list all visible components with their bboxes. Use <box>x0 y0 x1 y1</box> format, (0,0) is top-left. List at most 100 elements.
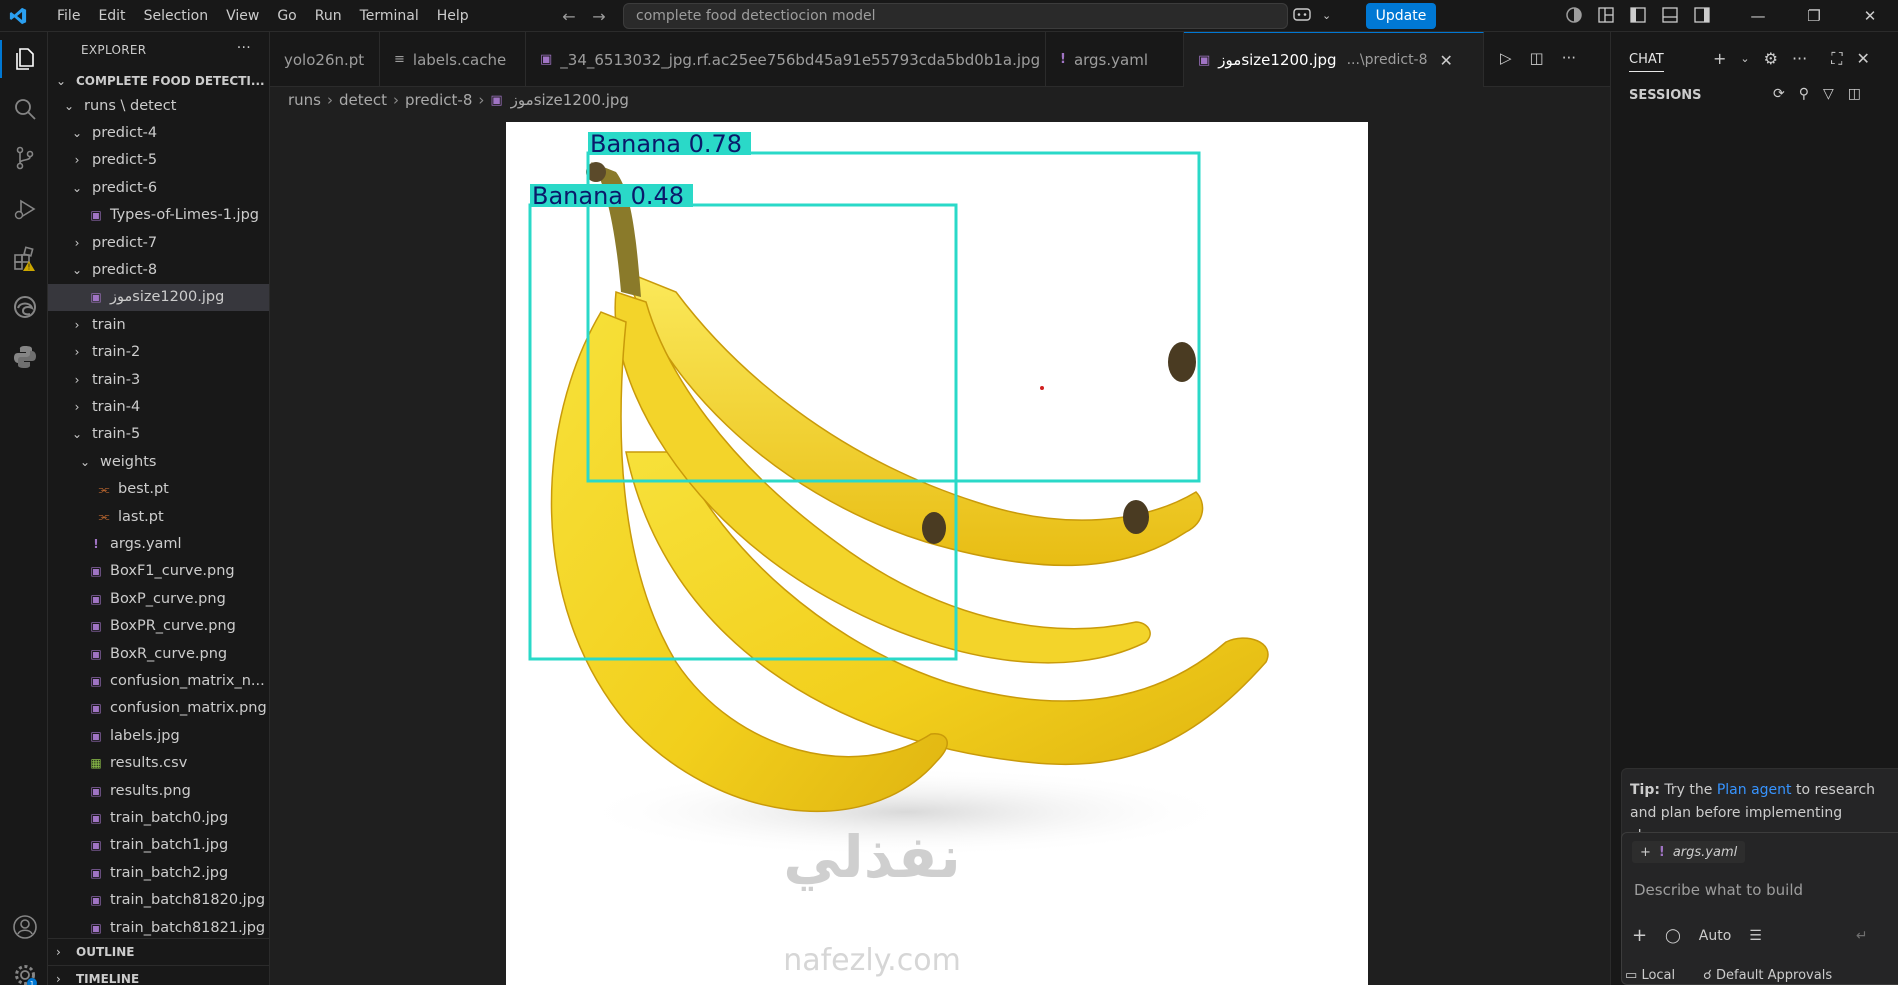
tree-file[interactable]: ▣ results.png <box>48 777 269 804</box>
tree-folder[interactable]: › train-3 <box>48 366 269 393</box>
tab-labels-cache[interactable]: ≡ labels.cache <box>380 32 526 87</box>
menu-file[interactable]: File <box>48 0 89 32</box>
account-icon[interactable] <box>12 914 38 940</box>
tree-folder[interactable]: › train-2 <box>48 339 269 366</box>
menu-selection[interactable]: Selection <box>135 0 218 32</box>
maximize-icon[interactable]: ❐ <box>1786 0 1842 32</box>
tree-file[interactable]: ▣ train_batch2.jpg <box>48 859 269 886</box>
python-icon[interactable] <box>12 344 38 370</box>
tree-file[interactable]: ▣ BoxF1_curve.png <box>48 558 269 585</box>
image-canvas[interactable]: Banana 0.78 Banana 0.48 نفذلي nafezly.co… <box>506 122 1368 985</box>
project-folder-header[interactable]: ⌄ COMPLETE FOOD DETECTI... <box>48 70 269 92</box>
tree-file[interactable]: ▦ results.csv <box>48 750 269 777</box>
back-arrow-icon[interactable]: ← <box>560 6 578 26</box>
menu-edit[interactable]: Edit <box>89 0 134 32</box>
timeline-section[interactable]: › TIMELINE <box>48 965 269 985</box>
tree-file[interactable]: ▣ labels.jpg <box>48 722 269 749</box>
chat-input-box[interactable]: + ! args.yaml Describe what to build + ◯… <box>1621 832 1898 985</box>
breadcrumb-detect[interactable]: detect <box>339 91 387 109</box>
tree-file[interactable]: ▣ train_batch0.jpg <box>48 804 269 831</box>
edge-devtools-icon[interactable] <box>12 294 38 320</box>
chevron-down-icon[interactable]: ⌄ <box>1740 49 1749 69</box>
breadcrumb-file[interactable]: موزsize1200.jpg <box>511 91 629 109</box>
run-debug-icon[interactable] <box>12 196 38 222</box>
tab-args-yaml[interactable]: ! args.yaml <box>1046 32 1184 87</box>
toggle-panel-icon[interactable] <box>1661 6 1679 24</box>
new-chat-plus-icon[interactable]: + <box>1713 49 1726 69</box>
add-attachment-plus-icon[interactable]: + <box>1632 925 1647 946</box>
tree-folder[interactable]: ⌄ weights <box>48 448 269 475</box>
tree-file[interactable]: ▣ موزsize1200.jpg <box>48 283 269 311</box>
search-icon[interactable] <box>12 96 38 122</box>
tree-file[interactable]: ▣ train_batch81821.jpg <box>48 914 269 941</box>
copilot-icon[interactable] <box>1292 6 1312 24</box>
context-chip[interactable]: + ! args.yaml <box>1632 841 1746 863</box>
tree-folder[interactable]: ⌄ predict-8 <box>48 256 269 283</box>
tree-folder[interactable]: › predict-7 <box>48 229 269 256</box>
tab-banana-image[interactable]: ▣ موزsize1200.jpg ...\predict-8 ✕ <box>1184 32 1484 87</box>
tree-folder[interactable]: ⌄ predict-6 <box>48 174 269 201</box>
toggle-secondary-sidebar-icon[interactable] <box>1693 6 1711 24</box>
add-context-plus-icon[interactable]: + <box>1640 845 1651 860</box>
explorer-files-icon[interactable] <box>12 46 38 72</box>
extensions-icon[interactable]: ! <box>12 246 38 272</box>
chat-settings-gear-icon[interactable]: ⚙ <box>1764 49 1778 69</box>
tree-file[interactable]: ▣ BoxR_curve.png <box>48 640 269 667</box>
toggle-primary-sidebar-icon[interactable] <box>1629 6 1647 24</box>
breadcrumb-predict-8[interactable]: predict-8 <box>405 91 472 109</box>
editor-more-actions-icon[interactable]: ··· <box>1562 49 1576 67</box>
filter-icon[interactable]: ▽ <box>1823 86 1834 102</box>
chat-input-placeholder[interactable]: Describe what to build <box>1634 881 1803 899</box>
tree-file[interactable]: ▣ BoxP_curve.png <box>48 585 269 612</box>
breadcrumb-runs[interactable]: runs <box>288 91 321 109</box>
tree-file[interactable]: ▣ train_batch81820.jpg <box>48 887 269 914</box>
tree-file[interactable]: ⫘ best.pt <box>48 476 269 503</box>
tree-folder[interactable]: ⌄ predict-4 <box>48 119 269 146</box>
toggle-sessions-sidebar-icon[interactable]: ◫ <box>1848 86 1861 102</box>
chat-title[interactable]: CHAT <box>1629 52 1664 72</box>
customize-layout-icon[interactable] <box>1597 6 1615 24</box>
tree-file[interactable]: ! args.yaml <box>48 530 269 557</box>
maximize-panel-icon[interactable]: ⛶ <box>1831 49 1842 69</box>
tab-yolo26n[interactable]: yolo26n.pt <box>270 32 380 87</box>
outline-section[interactable]: › OUTLINE <box>48 938 269 965</box>
copilot-dropdown-chevron-icon[interactable]: ⌄ <box>1322 6 1331 26</box>
explorer-more-actions-icon[interactable]: ··· <box>237 40 251 56</box>
local-session-button[interactable]: ▭ Local <box>1625 968 1675 983</box>
accounts-sync-icon[interactable] <box>1565 6 1583 24</box>
menu-terminal[interactable]: Terminal <box>351 0 428 32</box>
tree-folder[interactable]: › predict-5 <box>48 147 269 174</box>
source-control-icon[interactable] <box>12 145 38 171</box>
menu-help[interactable]: Help <box>428 0 478 32</box>
tree-folder[interactable]: › train-4 <box>48 393 269 420</box>
plan-agent-link[interactable]: Plan agent <box>1717 782 1792 798</box>
tree-file[interactable]: ▣ Types-of-Limes-1.jpg <box>48 202 269 229</box>
menu-view[interactable]: View <box>217 0 268 32</box>
refresh-icon[interactable]: ⟳ <box>1773 86 1785 102</box>
close-panel-icon[interactable]: ✕ <box>1856 49 1869 69</box>
tree-folder[interactable]: › train <box>48 311 269 338</box>
tree-file[interactable]: ▣ train_batch1.jpg <box>48 832 269 859</box>
manage-gear-icon[interactable]: 1 <box>12 962 38 985</box>
forward-arrow-icon[interactable]: → <box>590 6 608 26</box>
tree-file[interactable]: ▣ confusion_matrix.png <box>48 695 269 722</box>
default-approvals-button[interactable]: ☌ Default Approvals <box>1703 968 1832 983</box>
menu-go[interactable]: Go <box>268 0 305 32</box>
command-center-search[interactable]: complete food detectiocion model <box>623 3 1288 29</box>
close-tab-icon[interactable]: ✕ <box>1440 51 1453 70</box>
send-icon[interactable]: ↵ <box>1856 928 1868 944</box>
tree-folder[interactable]: ⌄ runs \ detect <box>48 92 269 119</box>
update-button[interactable]: Update <box>1366 3 1436 29</box>
search-sessions-icon[interactable]: ⚲ <box>1799 86 1809 102</box>
split-editor-icon[interactable]: ◫ <box>1530 49 1544 67</box>
run-file-icon[interactable]: ▷ <box>1500 49 1512 67</box>
configure-tools-icon[interactable]: ☰ <box>1749 928 1762 944</box>
mode-picker[interactable]: Auto <box>1699 928 1732 944</box>
close-window-icon[interactable]: ✕ <box>1842 0 1898 32</box>
chat-more-actions-icon[interactable]: ··· <box>1792 49 1807 69</box>
tree-file[interactable]: ▣ confusion_matrix_n... <box>48 667 269 694</box>
tools-icon[interactable]: ◯ <box>1665 928 1681 944</box>
tree-file[interactable]: ⫘ last.pt <box>48 503 269 530</box>
tree-file[interactable]: ▣ BoxPR_curve.png <box>48 613 269 640</box>
tab-training-image[interactable]: ▣ _34_6513032_jpg.rf.ac25ee756bd45a91e55… <box>526 32 1046 87</box>
